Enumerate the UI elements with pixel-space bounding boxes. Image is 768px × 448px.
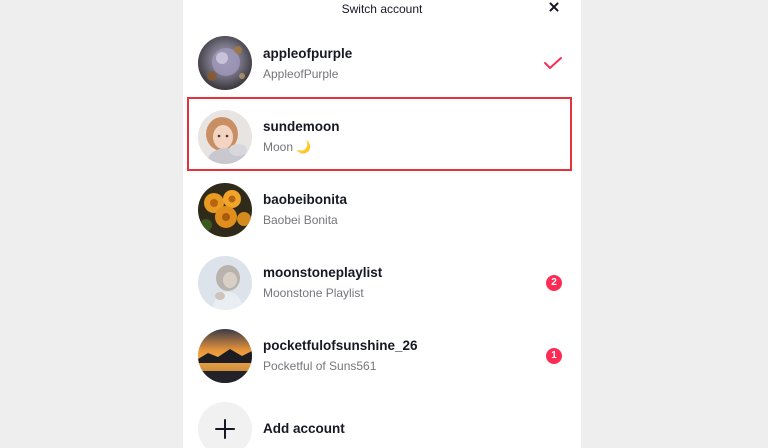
account-username: pocketfulofsunshine_26 (263, 338, 418, 353)
account-nickname: Moonstone Playlist (263, 286, 364, 300)
account-row-moonstoneplaylist[interactable]: moonstoneplaylist Moonstone Playlist 2 (183, 246, 581, 319)
close-icon[interactable] (547, 0, 561, 14)
account-row-appleofpurple[interactable]: appleofpurple AppleofPurple (183, 26, 581, 100)
account-row-sundemoon[interactable]: sundemoon Moon 🌙 (183, 100, 581, 173)
account-row-baobeibonita[interactable]: baobeibonita Baobei Bonita (183, 173, 581, 246)
panel-header: Switch account (183, 0, 581, 26)
account-username: moonstoneplaylist (263, 265, 383, 280)
account-username: appleofpurple (263, 45, 353, 61)
avatar (198, 255, 252, 310)
add-account-button[interactable]: Add account (183, 392, 581, 448)
notification-badge: 1 (546, 347, 562, 364)
add-account-label: Add account (263, 421, 345, 436)
plus-icon (198, 401, 252, 448)
checkmark-icon (544, 57, 562, 69)
account-row-pocketfulofsunshine[interactable]: pocketfulofsunshine_26 Pocketful of Suns… (183, 319, 581, 392)
avatar (198, 109, 252, 164)
account-username: baobeibonita (263, 192, 347, 207)
account-nickname: Pocketful of Suns561 (263, 359, 377, 373)
avatar (198, 182, 252, 237)
account-nickname: Moon 🌙 (263, 140, 312, 154)
account-username: sundemoon (263, 119, 340, 134)
panel-title: Switch account (341, 2, 423, 16)
account-list: appleofpurple AppleofPurple sundemoon Mo… (183, 26, 581, 448)
avatar (198, 36, 252, 90)
avatar (198, 328, 252, 383)
account-nickname: AppleofPurple (263, 66, 339, 81)
account-nickname: Baobei Bonita (263, 213, 338, 227)
switch-account-panel: Switch account appleofpurple AppleofPurp… (183, 0, 581, 448)
notification-badge: 2 (546, 274, 562, 291)
